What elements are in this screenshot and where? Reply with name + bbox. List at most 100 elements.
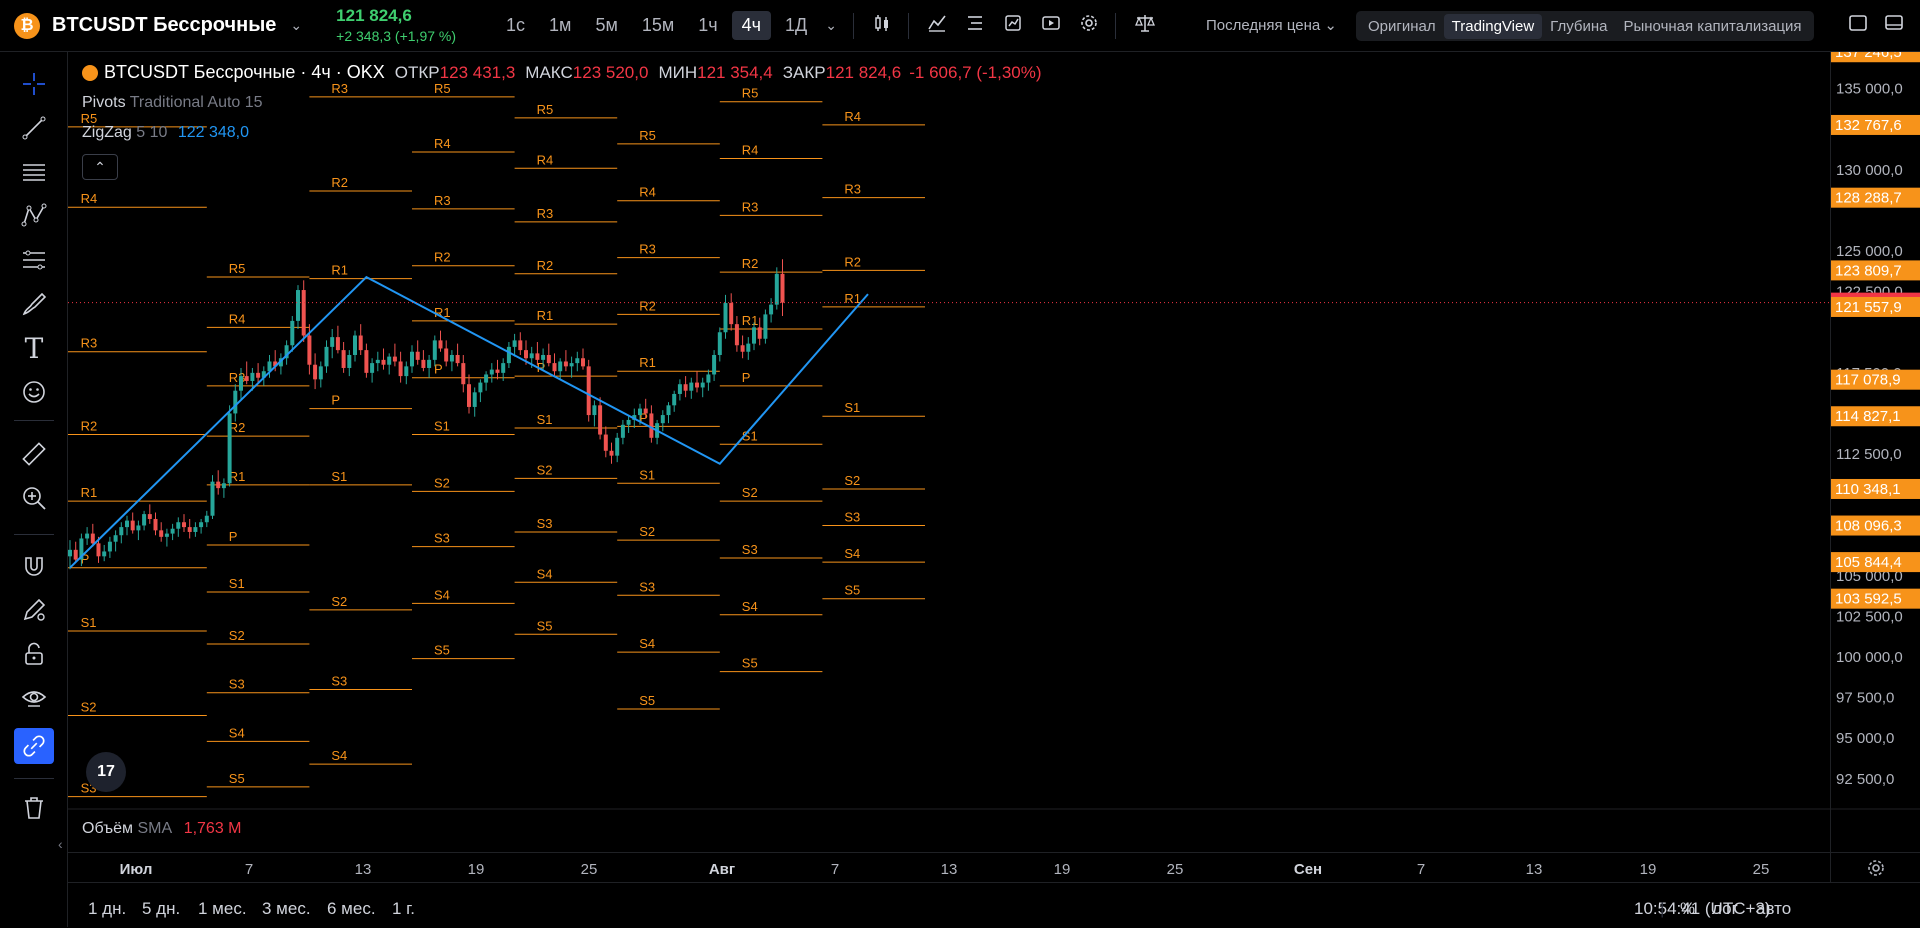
timeframe-more-icon[interactable]: ⌄ [825, 17, 837, 34]
range-button[interactable]: 1 г. [392, 899, 415, 919]
price-tick: 102 500,0 [1836, 608, 1903, 625]
time-tick: 25 [580, 861, 598, 878]
timeframe-3[interactable]: 15м [632, 11, 684, 40]
pivot-level-label: R5 [229, 261, 246, 276]
symbol-name[interactable]: BTCUSDT Бессрочные [52, 14, 276, 37]
text-icon[interactable]: T [14, 330, 54, 366]
time-axis[interactable]: Июл 7 13 19 25 Авг 7 13 19 25 Сен 7 13 19 25 [68, 852, 1920, 883]
candle-body [638, 408, 642, 416]
candle-body [130, 520, 135, 531]
collapse-legend-button[interactable]: ⌃ [82, 154, 118, 180]
timeframe-4[interactable]: 1ч [688, 11, 727, 40]
view-tab-1[interactable]: TradingView [1443, 13, 1543, 39]
candle-body [250, 372, 255, 381]
range-button[interactable]: 6 мес. [327, 899, 376, 919]
axis-settings-gear-icon[interactable] [1866, 858, 1886, 883]
range-button[interactable]: 1 мес. [198, 899, 247, 919]
pivot-level-label: R4 [639, 185, 656, 200]
replay-icon[interactable] [1041, 13, 1061, 39]
candles-icon[interactable] [872, 13, 892, 39]
pivot-level-label: S4 [229, 725, 245, 740]
zoom-in-icon[interactable] [14, 480, 54, 516]
divider [907, 12, 909, 39]
clock[interactable]: 10:54:41 (UTC+3) [1634, 899, 1771, 919]
candle-body [136, 525, 141, 531]
indicator-pivots[interactable]: Pivots Traditional Auto 15 [82, 94, 263, 112]
view-tab-3[interactable]: Рыночная капитализация [1615, 14, 1809, 39]
timeframe-6[interactable]: 1Д [775, 11, 817, 40]
price-chart[interactable]: R5 R4 R3 R2 R1 P S1 S2 S3 R5 R4 R3 R2 R1 P S1 S2 S3 S4 S5 R3… [68, 52, 1920, 852]
pattern-icon[interactable] [14, 198, 54, 234]
candle-body [609, 450, 614, 456]
pivot-level-label: S4 [537, 566, 553, 581]
percent-toggle[interactable]: % [1680, 899, 1695, 919]
templates-icon[interactable] [965, 13, 985, 39]
symbol-selector[interactable]: ₿ BTCUSDT Бессрочные ⌄ [14, 12, 302, 39]
eye-icon[interactable] [14, 680, 54, 716]
price-label-text: 132 767,6 [1835, 117, 1902, 134]
candle-body [603, 434, 608, 451]
time-tick: Авг [708, 861, 736, 878]
price-source-dropdown[interactable]: Последняя цена ⌄ [1206, 16, 1337, 34]
timeframe-2[interactable]: 5м [585, 11, 627, 40]
candle-body [740, 345, 745, 352]
magnet-icon[interactable] [14, 548, 54, 584]
candle-body [484, 374, 489, 383]
compare-scale-icon[interactable] [1134, 13, 1156, 39]
candle-body [524, 350, 528, 359]
candle-body [187, 527, 192, 532]
unlock-icon[interactable] [14, 636, 54, 672]
pivot-level-label: S2 [229, 628, 245, 643]
collapse-toolbar-icon[interactable]: ‹ [58, 836, 63, 852]
trash-icon[interactable] [14, 790, 54, 826]
range-button[interactable]: 1 дн. [88, 899, 126, 919]
alert-icon[interactable] [1003, 13, 1023, 39]
candle-body [164, 533, 169, 537]
candle-body [569, 363, 574, 367]
indicator-zigzag[interactable]: ZigZag 5 10 122 348,0 [82, 124, 249, 142]
time-tick: 25 [1752, 861, 1770, 878]
fullscreen-icon[interactable] [1848, 13, 1868, 39]
candle-body [581, 358, 585, 367]
view-tab-0[interactable]: Оригинал [1360, 14, 1444, 39]
candle-body [717, 332, 722, 355]
open-value: 123 431,3 [439, 62, 516, 82]
chevron-down-icon[interactable]: ⌄ [290, 17, 302, 34]
tradingview-logo[interactable]: 17 [86, 752, 126, 792]
draw-lock-icon[interactable] [14, 592, 54, 628]
pivot-level-label: R2 [844, 254, 861, 269]
horizontal-lines-icon[interactable] [14, 154, 54, 190]
pivot-level-label: R2 [331, 175, 348, 190]
link-icon[interactable] [14, 728, 54, 764]
fib-icon[interactable] [14, 242, 54, 278]
range-button[interactable]: 3 мес. [262, 899, 311, 919]
candle-body [752, 327, 756, 344]
brush-icon[interactable] [14, 286, 54, 322]
pivot-level-label: R1 [331, 263, 348, 278]
timeframe-0[interactable]: 1с [496, 11, 535, 40]
settings-gear-icon[interactable] [1079, 13, 1099, 39]
timeframe-5[interactable]: 4ч [731, 11, 772, 40]
time-tick: 19 [1639, 861, 1657, 878]
indicators-icon[interactable] [927, 13, 947, 39]
candle-body [546, 354, 551, 364]
candle-body [227, 413, 232, 484]
volume-legend[interactable]: Объём SMA 1,763 M [82, 820, 242, 838]
pivot-level-label: S5 [844, 583, 860, 598]
range-button[interactable]: 5 дн. [142, 899, 180, 919]
trend-line-icon[interactable] [14, 110, 54, 146]
pivot-level-label: R2 [537, 258, 554, 273]
auto-toggle[interactable]: авто [1756, 899, 1791, 919]
emoji-icon[interactable] [14, 374, 54, 410]
view-tab-2[interactable]: Глубина [1542, 14, 1615, 39]
screenshot-icon[interactable] [1884, 13, 1904, 39]
timeframe-1[interactable]: 1м [539, 11, 581, 40]
pivot-level-label: S1 [434, 419, 450, 434]
pivot-level-label: S2 [742, 485, 758, 500]
ruler-icon[interactable] [14, 436, 54, 472]
candle-body [239, 376, 243, 391]
log-toggle[interactable]: лог [1712, 899, 1738, 919]
candle-body [182, 522, 186, 528]
divider [14, 420, 54, 421]
crosshair-icon[interactable] [14, 66, 54, 102]
